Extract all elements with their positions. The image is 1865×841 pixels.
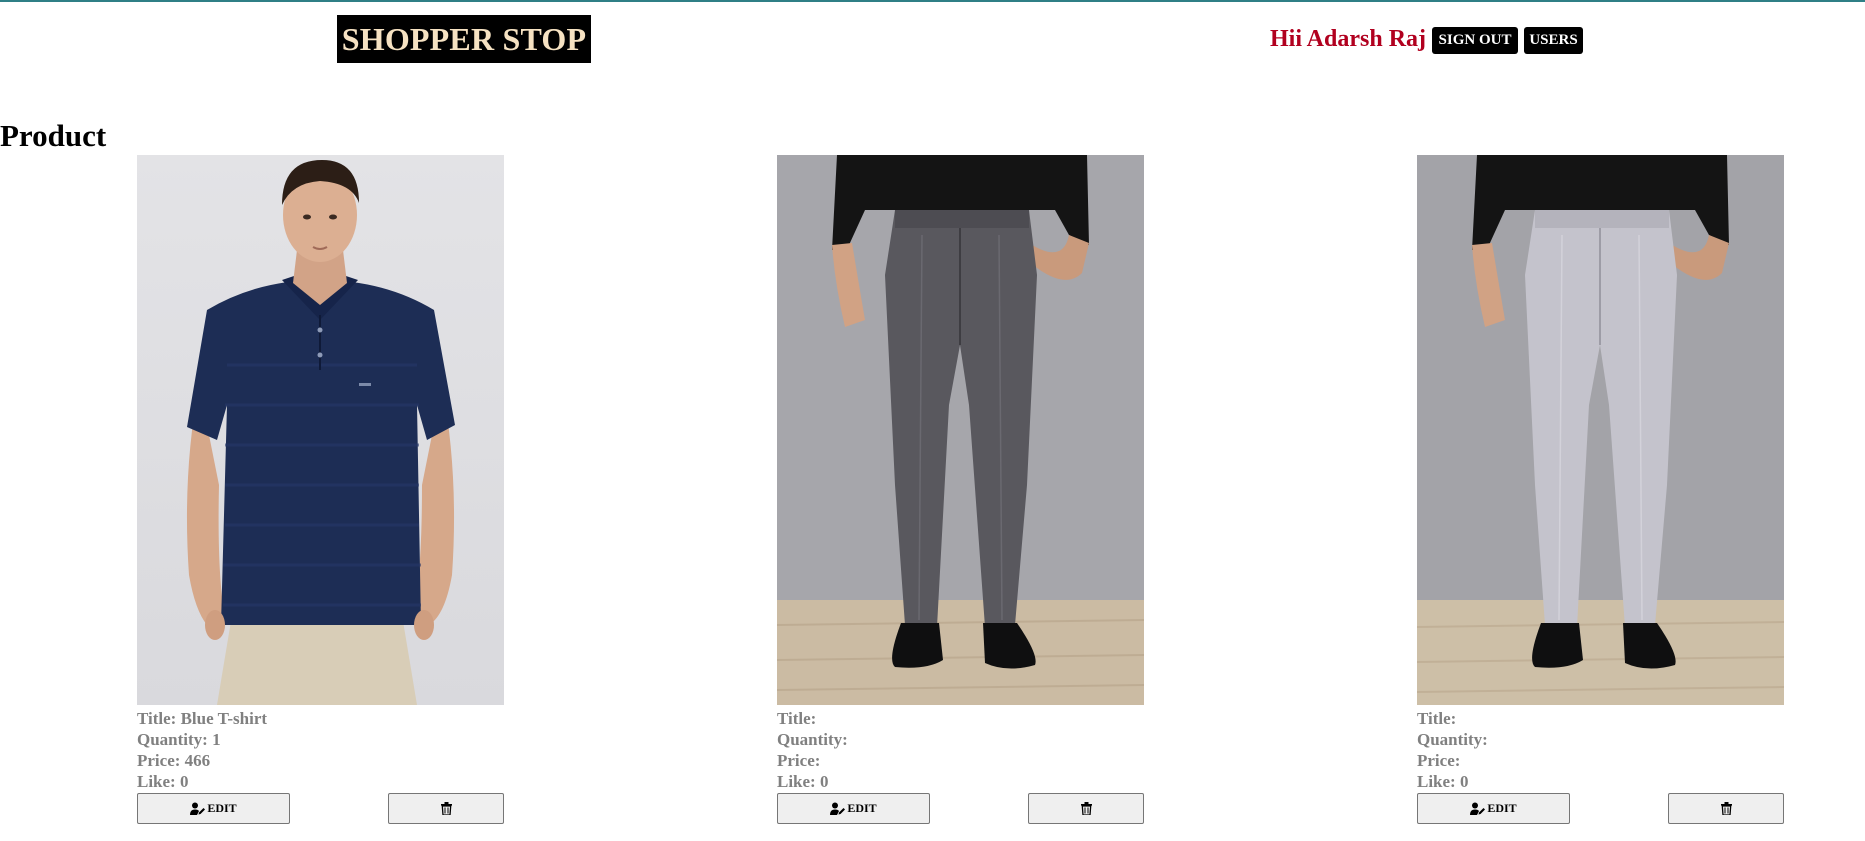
product-price: Price: bbox=[777, 751, 821, 770]
sign-out-button[interactable]: SIGN OUT bbox=[1432, 27, 1518, 54]
product-card: Title: Blue T-shirt Quantity: 1 Price: 4… bbox=[137, 155, 504, 825]
product-info: Title: Blue T-shirt Quantity: 1 Price: 4… bbox=[137, 708, 504, 792]
user-edit-icon bbox=[830, 802, 846, 815]
product-price: Price: 466 bbox=[137, 751, 211, 770]
product-info: Title: Quantity: Price: Like: 0 bbox=[1417, 708, 1784, 792]
edit-button[interactable]: EDIT bbox=[777, 793, 930, 824]
edit-button[interactable]: EDIT bbox=[1417, 793, 1570, 824]
edit-label: EDIT bbox=[1487, 801, 1517, 815]
product-quantity: Quantity: 1 bbox=[137, 730, 221, 749]
product-quantity: Quantity: bbox=[777, 730, 848, 749]
product-price: Price: bbox=[1417, 751, 1461, 770]
product-image bbox=[137, 155, 504, 705]
product-title: Title: bbox=[777, 709, 817, 728]
product-title: Title: Blue T-shirt bbox=[137, 709, 268, 728]
product-actions: EDIT bbox=[137, 793, 504, 825]
users-button[interactable]: USERS bbox=[1524, 27, 1583, 54]
trash-icon bbox=[440, 802, 452, 815]
top-border bbox=[0, 0, 1865, 2]
product-card: Title: Quantity: Price: Like: 0 EDIT bbox=[777, 155, 1144, 825]
user-edit-icon bbox=[1470, 802, 1486, 815]
brand-logo[interactable]: SHOPPER STOP bbox=[337, 15, 591, 63]
user-greeting: Hii Adarsh Raj bbox=[1270, 26, 1427, 52]
product-likes: Like: 0 bbox=[1417, 772, 1469, 791]
edit-label: EDIT bbox=[207, 801, 237, 815]
user-edit-icon bbox=[190, 802, 206, 815]
trash-icon bbox=[1080, 802, 1092, 815]
product-info: Title: Quantity: Price: Like: 0 bbox=[777, 708, 1144, 792]
trash-icon bbox=[1720, 802, 1732, 815]
delete-button[interactable] bbox=[388, 793, 504, 824]
product-quantity: Quantity: bbox=[1417, 730, 1488, 749]
product-title: Title: bbox=[1417, 709, 1457, 728]
product-image bbox=[1417, 155, 1784, 705]
product-card: Title: Quantity: Price: Like: 0 EDIT bbox=[1417, 155, 1784, 825]
product-actions: EDIT bbox=[777, 793, 1144, 825]
edit-label: EDIT bbox=[847, 801, 877, 815]
edit-button[interactable]: EDIT bbox=[137, 793, 290, 824]
product-likes: Like: 0 bbox=[777, 772, 829, 791]
product-likes: Like: 0 bbox=[137, 772, 189, 791]
delete-button[interactable] bbox=[1028, 793, 1144, 824]
page-title: Product bbox=[0, 118, 107, 153]
product-image bbox=[777, 155, 1144, 705]
delete-button[interactable] bbox=[1668, 793, 1784, 824]
product-actions: EDIT bbox=[1417, 793, 1784, 825]
